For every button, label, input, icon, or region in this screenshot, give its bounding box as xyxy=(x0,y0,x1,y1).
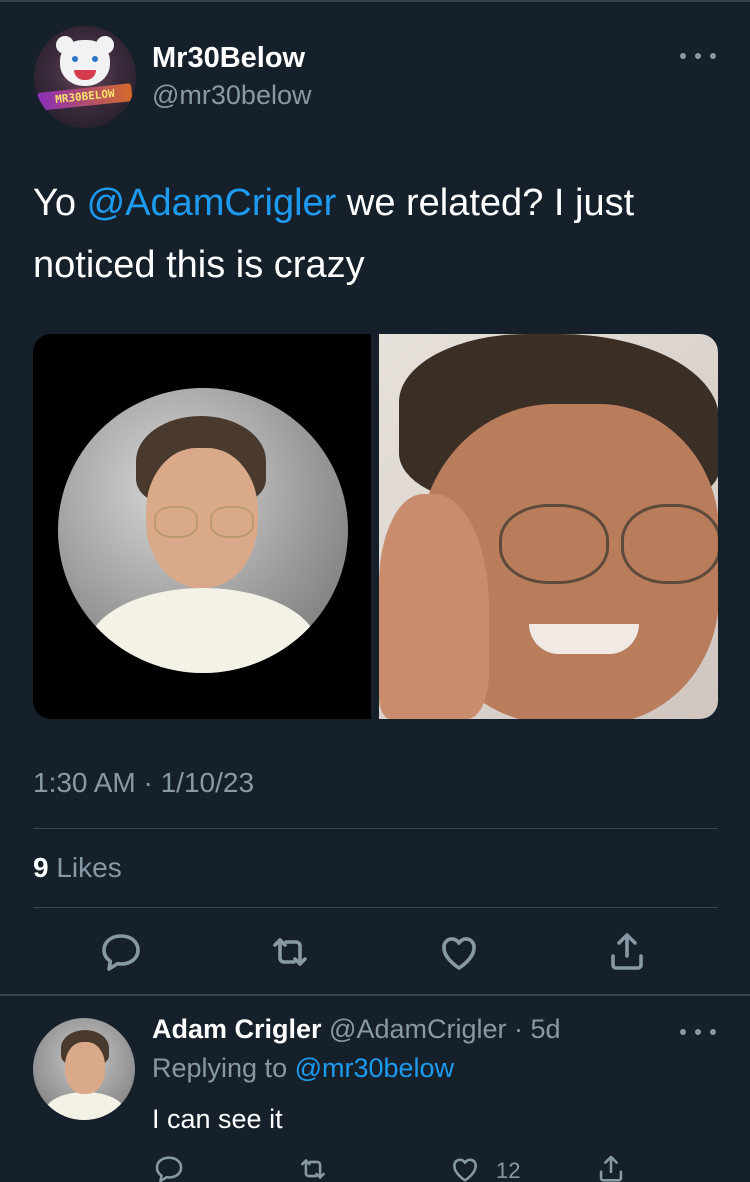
author-handle[interactable]: @mr30below xyxy=(152,80,311,111)
glasses-icon xyxy=(154,506,198,538)
avatar-shirt xyxy=(45,1092,125,1120)
mention-link[interactable]: @AdamCrigler xyxy=(87,182,337,224)
likes-count[interactable]: 9 Likes xyxy=(33,852,122,884)
like-icon[interactable] xyxy=(448,1152,482,1182)
reply-actions: 12 xyxy=(0,1152,750,1182)
divider xyxy=(33,907,718,908)
reply-icon[interactable] xyxy=(97,928,145,976)
reply-more-options-icon[interactable] xyxy=(680,1022,716,1042)
reply-header: Adam Crigler @AdamCrigler · 5d xyxy=(152,1014,561,1045)
tweet-photo-left[interactable] xyxy=(33,334,371,719)
dot xyxy=(695,53,701,59)
share-icon[interactable] xyxy=(603,928,651,976)
glasses-icon xyxy=(621,504,718,584)
tweet-photo-right[interactable] xyxy=(379,334,718,719)
reply-display-name[interactable]: Adam Crigler xyxy=(152,1014,322,1044)
dot xyxy=(710,53,716,59)
dot xyxy=(695,1029,701,1035)
retweet-icon[interactable] xyxy=(266,928,314,976)
reply-text: I can see it xyxy=(152,1104,283,1134)
reply-author-avatar[interactable] xyxy=(33,1018,135,1120)
tweet-actions xyxy=(0,928,750,976)
dot xyxy=(710,1029,716,1035)
glasses-icon xyxy=(210,506,254,538)
replying-to: Replying to @mr30below xyxy=(152,1053,454,1084)
avatar-logo-text: MR30BELOW xyxy=(37,83,133,111)
likes-label: Likes xyxy=(48,852,122,883)
reply-handle-time[interactable]: @AdamCrigler · 5d xyxy=(322,1014,560,1044)
section-divider xyxy=(0,994,750,996)
dot xyxy=(680,1029,686,1035)
replying-to-link[interactable]: @mr30below xyxy=(295,1053,454,1083)
more-options-icon[interactable] xyxy=(680,46,716,66)
reply-like-count: 12 xyxy=(496,1158,521,1182)
retweet-icon[interactable] xyxy=(296,1152,330,1182)
tweet-timestamp[interactable]: 1:30 AM · 1/10/23 xyxy=(33,767,254,799)
portrait-shirt xyxy=(88,588,318,673)
top-border xyxy=(0,0,750,2)
bear-eye xyxy=(72,56,78,62)
share-icon[interactable] xyxy=(594,1152,628,1182)
peace-sign-hand xyxy=(379,494,489,719)
photo-smile xyxy=(529,624,639,654)
likes-number: 9 xyxy=(33,852,49,883)
author-display-name[interactable]: Mr30Below xyxy=(152,42,305,75)
tweet-text: Yo @AdamCrigler we related? I just notic… xyxy=(33,172,723,296)
replying-prefix: Replying to xyxy=(152,1053,295,1083)
avatar-face xyxy=(65,1042,105,1094)
like-icon[interactable] xyxy=(435,928,483,976)
divider xyxy=(33,828,718,829)
school-portrait xyxy=(58,388,348,673)
author-avatar[interactable]: MR30BELOW xyxy=(34,26,136,128)
reply-icon[interactable] xyxy=(152,1152,186,1182)
bear-eye xyxy=(92,56,98,62)
dot xyxy=(680,53,686,59)
glasses-icon xyxy=(499,504,609,584)
tweet-text-start: Yo xyxy=(33,182,87,224)
